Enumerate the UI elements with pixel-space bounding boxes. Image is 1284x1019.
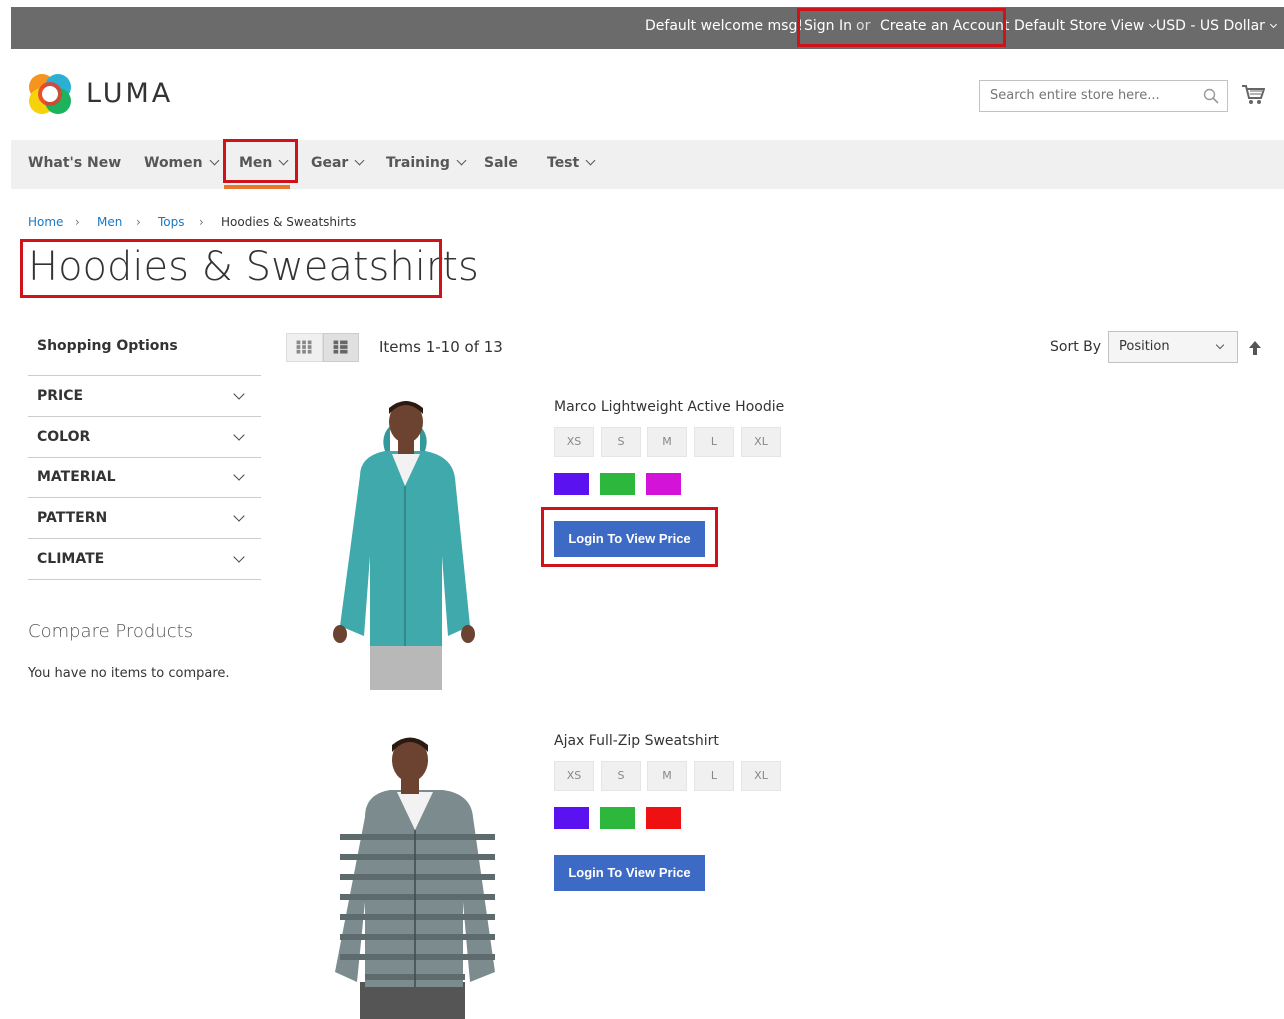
nav-item-test[interactable]: Test (547, 155, 596, 171)
search-icon[interactable] (1203, 88, 1219, 104)
nav-item-training[interactable]: Training (386, 155, 467, 171)
color-swatch-green[interactable] (600, 473, 635, 495)
chevron-down-icon[interactable] (233, 429, 245, 441)
size-swatch-s[interactable]: S (601, 761, 641, 791)
breadcrumb-tops[interactable]: Tops (158, 215, 185, 229)
sort-direction-arrow-icon[interactable] (1248, 340, 1262, 356)
store-view-switcher[interactable]: Default Store View (1014, 18, 1157, 34)
size-swatch-xs[interactable]: XS (554, 427, 594, 457)
filter-divider (28, 416, 261, 417)
chevron-down-icon (354, 155, 365, 166)
chevron-down-icon[interactable] (233, 551, 245, 563)
shopping-options-heading: Shopping Options (37, 338, 178, 354)
sort-select[interactable]: Position (1108, 331, 1238, 363)
chevron-down-icon[interactable] (233, 388, 245, 400)
highlight-signin-box (797, 8, 1006, 47)
product-image-ajax-sweatshirt[interactable] (335, 732, 500, 1019)
size-swatch-m[interactable]: M (647, 761, 687, 791)
chevron-down-icon (1269, 20, 1277, 29)
filter-pattern[interactable]: PATTERN (37, 510, 107, 526)
search-input[interactable]: Search entire store here... (979, 80, 1228, 112)
filter-divider (28, 497, 261, 498)
cart-icon[interactable] (1241, 84, 1265, 106)
compare-empty-text: You have no items to compare. (28, 666, 230, 681)
filter-divider (28, 457, 261, 458)
chevron-down-icon (209, 155, 220, 166)
filter-color[interactable]: COLOR (37, 429, 90, 445)
chevron-down-icon (456, 155, 467, 166)
top-header-bar: Default welcome msg! Sign In or Create a… (11, 7, 1284, 49)
color-swatch-magenta[interactable] (646, 473, 681, 495)
breadcrumb-men[interactable]: Men (97, 215, 122, 229)
chevron-down-icon[interactable] (233, 510, 245, 522)
color-swatch-green[interactable] (600, 807, 635, 829)
chevron-down-icon (1215, 340, 1225, 350)
list-icon (333, 340, 348, 354)
grid-icon (296, 340, 312, 354)
breadcrumb-home[interactable]: Home (28, 215, 63, 229)
nav-item-women[interactable]: Women (144, 155, 220, 171)
compare-products-heading: Compare Products (28, 621, 194, 642)
color-swatch-purple[interactable] (554, 807, 589, 829)
size-swatch-xl[interactable]: XL (741, 761, 781, 791)
luma-logo-icon[interactable] (28, 72, 72, 116)
chevron-down-icon (585, 155, 596, 166)
highlight-button-box (541, 507, 718, 567)
active-nav-underline (224, 185, 290, 189)
filter-material[interactable]: MATERIAL (37, 469, 116, 485)
size-swatch-l[interactable]: L (694, 761, 734, 791)
filter-divider (28, 538, 261, 539)
filter-divider (28, 579, 261, 580)
currency-switcher[interactable]: USD - US Dollar (1156, 18, 1277, 34)
product-name[interactable]: Ajax Full-Zip Sweatshirt (554, 733, 719, 749)
breadcrumb-separator: › (199, 215, 204, 229)
highlight-title-box (20, 239, 442, 298)
size-swatch-xs[interactable]: XS (554, 761, 594, 791)
nav-item-sale[interactable]: Sale (484, 155, 518, 171)
breadcrumb-current: Hoodies & Sweatshirts (221, 215, 357, 229)
logo-text[interactable]: LUMA (86, 78, 173, 109)
nav-item-gear[interactable]: Gear (311, 155, 365, 171)
size-swatch-m[interactable]: M (647, 427, 687, 457)
filter-climate[interactable]: CLIMATE (37, 551, 104, 567)
highlight-men-box (223, 139, 298, 183)
product-image-marco-hoodie[interactable] (330, 396, 480, 690)
filter-price[interactable]: PRICE (37, 388, 83, 404)
size-swatch-s[interactable]: S (601, 427, 641, 457)
breadcrumb-separator: › (136, 215, 141, 229)
list-view-button[interactable] (323, 333, 359, 362)
grid-view-button[interactable] (286, 333, 323, 362)
chevron-down-icon[interactable] (233, 469, 245, 481)
filter-divider (28, 375, 261, 376)
size-swatch-xl[interactable]: XL (741, 427, 781, 457)
color-swatch-purple[interactable] (554, 473, 589, 495)
breadcrumb-separator: › (75, 215, 80, 229)
welcome-message: Default welcome msg! (645, 18, 803, 34)
login-to-view-price-button[interactable]: Login To View Price (554, 855, 705, 891)
size-swatch-l[interactable]: L (694, 427, 734, 457)
color-swatch-red[interactable] (646, 807, 681, 829)
product-name[interactable]: Marco Lightweight Active Hoodie (554, 399, 784, 415)
items-count: Items 1-10 of 13 (379, 338, 503, 356)
nav-item-whats-new[interactable]: What's New (28, 155, 121, 171)
sort-by-label: Sort By (1050, 339, 1102, 355)
